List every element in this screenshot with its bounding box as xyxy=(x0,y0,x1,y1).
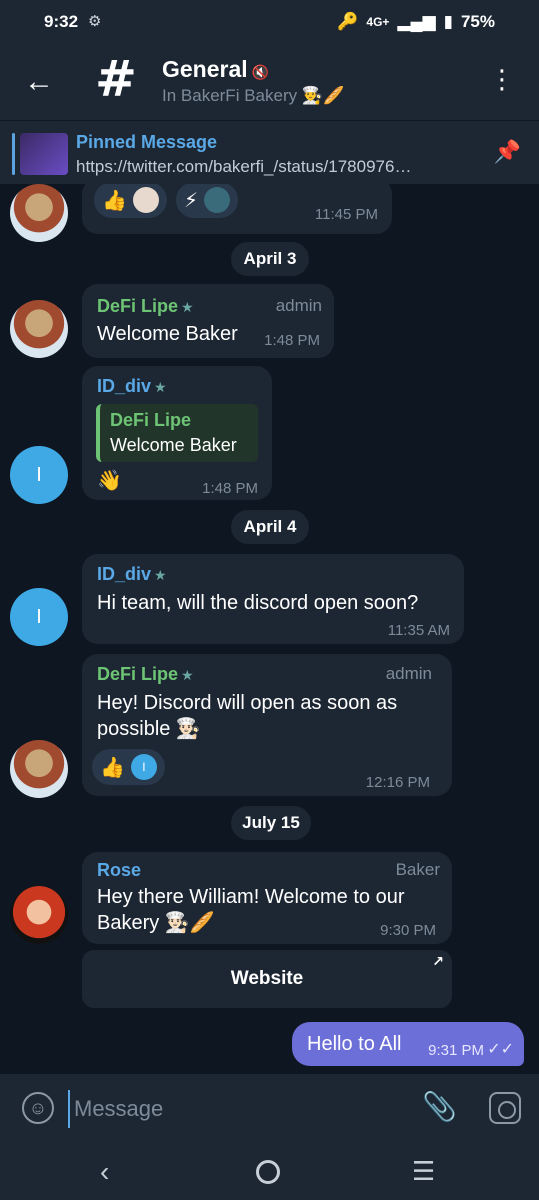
muted-icon: 🔇 xyxy=(251,64,270,80)
message-text-line2: possible 👨🏻‍🍳 xyxy=(97,718,201,740)
nav-home-icon[interactable] xyxy=(256,1160,280,1184)
chat-subtitle: In BakerFi Bakery 👨‍🍳🥖 xyxy=(162,86,345,105)
date-separator: July 15 xyxy=(231,806,311,840)
sender-name[interactable]: ID_div ★ xyxy=(97,376,167,397)
message-bubble-4[interactable]: ID_div ★ Hi team, will the discord open s… xyxy=(82,554,464,644)
reaction-thumbs[interactable]: 👍 xyxy=(94,184,167,218)
message-input[interactable] xyxy=(68,1090,388,1128)
sender-name[interactable]: Rose xyxy=(97,860,141,881)
pin-list-icon[interactable]: 📌 xyxy=(494,139,521,165)
message-time: 9:30 PM xyxy=(380,922,436,939)
back-arrow-icon[interactable]: ← xyxy=(22,62,56,102)
reaction-emoji: 👍 xyxy=(100,756,125,779)
avatar-defi-lipe[interactable] xyxy=(10,740,68,798)
reaction-zap[interactable]: ⚡ xyxy=(176,184,239,218)
chat-header: ← # General 🔇 In BakerFi Bakery 👨‍🍳🥖 ⋮ xyxy=(0,44,539,120)
message-text: Hello to All xyxy=(307,1033,402,1055)
message-bubble-6[interactable]: Rose Baker Hey there William! Welcome to… xyxy=(82,852,452,944)
avatar-rose[interactable] xyxy=(10,886,68,944)
external-link-icon: ↗ xyxy=(432,953,444,969)
star-icon: ★ xyxy=(181,667,194,683)
message-bubble-1[interactable]: 👍 ⚡ 11:45 PM xyxy=(82,184,392,234)
avatar-defi-lipe[interactable] xyxy=(10,184,68,242)
reactor-avatar xyxy=(204,187,231,213)
sender-role: admin xyxy=(385,664,432,683)
paperclip-icon[interactable]: 📎 xyxy=(422,1090,457,1123)
status-time: 9:32 xyxy=(44,12,79,31)
pinned-label: Pinned Message xyxy=(76,132,218,152)
message-time: 9:31 PM xyxy=(428,1042,484,1059)
sender-name[interactable]: DeFi Lipe ★ xyxy=(97,296,194,317)
read-checks-icon: ✓✓ xyxy=(487,1041,514,1058)
avatar-id-div[interactable]: I xyxy=(10,446,68,504)
kebab-menu-icon[interactable]: ⋮ xyxy=(489,66,515,92)
key-icon: 🔑 xyxy=(337,12,359,31)
battery-icon: ▮ xyxy=(443,12,453,31)
message-bubble-5[interactable]: DeFi Lipe ★ admin Hey! Discord will open … xyxy=(82,654,452,796)
reaction-emoji: ⚡ xyxy=(184,189,199,212)
reaction-emoji: 👍 xyxy=(102,189,127,212)
sender-role: admin xyxy=(275,296,322,315)
message-time: 12:16 PM xyxy=(365,774,430,791)
star-icon: ★ xyxy=(154,379,167,395)
signal-icon: ▂▄▆ xyxy=(397,12,436,31)
settings-gear-icon: ⚙ xyxy=(88,13,102,30)
reactor-avatar: I xyxy=(130,754,157,780)
sender-name[interactable]: ID_div ★ xyxy=(97,564,167,585)
star-icon: ★ xyxy=(154,567,167,583)
quote-sender: DeFi Lipe xyxy=(110,410,192,430)
chat-title-wrap[interactable]: General 🔇 xyxy=(162,56,269,83)
status-bar: 9:32 ⚙ 🔑 4G+ ▂▄▆ ▮ 75% xyxy=(0,0,539,44)
pinned-thumbnail xyxy=(20,133,68,175)
chat-title: General xyxy=(162,56,248,82)
reaction-thumbs[interactable]: 👍 I xyxy=(92,749,165,785)
message-bubble-3[interactable]: ID_div ★ DeFi Lipe Welcome Baker 👋 1:48 P… xyxy=(82,366,272,500)
message-time: 11:35 AM xyxy=(387,622,450,639)
status-right: 🔑 4G+ ▂▄▆ ▮ 75% xyxy=(337,12,495,32)
message-text-line1: Hey! Discord will open as soon as xyxy=(97,692,398,714)
pinned-message-bar[interactable]: Pinned Message https://twitter.com/baker… xyxy=(0,120,539,184)
message-input-bar: ☺ 📎 xyxy=(0,1074,539,1144)
chat-area[interactable]: 👍 ⚡ 11:45 PM April 3 DeFi Lipe ★ admin We… xyxy=(0,184,539,1074)
avatar-id-div[interactable]: I xyxy=(10,588,68,646)
own-message-bubble[interactable]: Hello to All 9:31 PM ✓✓ xyxy=(292,1022,524,1066)
avatar-defi-lipe[interactable] xyxy=(10,300,68,358)
date-separator: April 3 xyxy=(231,242,309,276)
quote-text: Welcome Baker xyxy=(110,435,237,455)
message-text: 👋 xyxy=(97,470,122,492)
message-bubble-2[interactable]: DeFi Lipe ★ admin Welcome Baker 1:48 PM xyxy=(82,284,334,358)
nav-recents-icon[interactable]: ☰ xyxy=(412,1156,435,1187)
sender-name[interactable]: DeFi Lipe ★ xyxy=(97,664,194,685)
reply-quote[interactable]: DeFi Lipe Welcome Baker xyxy=(96,404,258,462)
message-text: Welcome Baker xyxy=(97,323,238,345)
message-time: 1:48 PM xyxy=(202,480,258,497)
network-type: 4G+ xyxy=(366,15,390,29)
message-text-line2: Bakery 👨🏻‍🍳🥖 xyxy=(97,912,215,934)
website-button[interactable]: Website ↗ xyxy=(82,950,452,1008)
system-nav-bar: ‹ ☰ xyxy=(0,1144,539,1200)
reactor-avatar xyxy=(132,187,159,213)
message-text: Hi team, will the discord open soon? xyxy=(97,592,419,614)
message-text-line1: Hey there William! Welcome to our xyxy=(97,886,405,908)
emoji-icon[interactable]: ☺ xyxy=(22,1092,54,1124)
message-time: 11:45 PM xyxy=(314,206,378,223)
pinned-text: https://twitter.com/bakerfi_/status/1780… xyxy=(76,157,412,176)
camera-icon[interactable] xyxy=(489,1092,521,1124)
pinned-indicator xyxy=(12,133,15,175)
topic-hash-icon: # xyxy=(95,50,137,108)
message-time: 1:48 PM xyxy=(264,332,320,349)
sender-role: Baker xyxy=(395,860,440,879)
nav-back-icon[interactable]: ‹ xyxy=(100,1156,109,1188)
battery-level: 75% xyxy=(460,12,495,31)
star-icon: ★ xyxy=(181,299,194,315)
date-separator: April 4 xyxy=(231,510,309,544)
